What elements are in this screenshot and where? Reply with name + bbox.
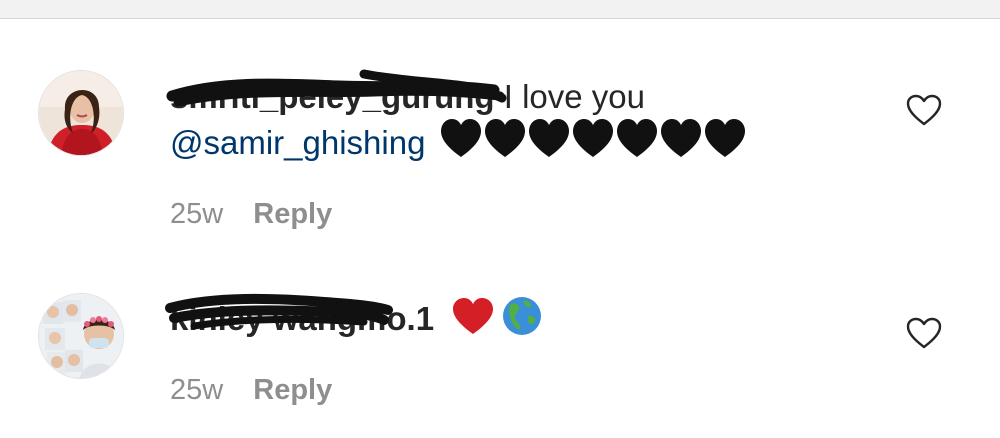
comment-meta: 25w Reply: [170, 374, 332, 407]
red-heart-icon: [453, 298, 494, 334]
comment-time: 25w: [170, 374, 224, 406]
comment-text: I love you: [503, 78, 646, 115]
username-text[interactable]: smriti_peley_gurung: [170, 78, 495, 115]
avatar[interactable]: [38, 70, 124, 156]
emoji-group: [440, 119, 747, 172]
username-text[interactable]: kinley wangmo.1: [170, 300, 434, 337]
comment-time: 25w: [170, 198, 224, 230]
top-divider-bar: [0, 0, 1000, 19]
globe-americas-icon: [503, 297, 542, 335]
avatar-collage-icon: [39, 294, 123, 378]
comment-meta: 25w Reply: [170, 198, 332, 231]
like-heart-icon[interactable]: [906, 317, 942, 349]
comment-username[interactable]: kinley wangmo.1: [165, 294, 434, 341]
reply-button[interactable]: Reply: [253, 374, 332, 406]
black-heart-icon-row: [440, 119, 745, 157]
reply-button[interactable]: Reply: [253, 198, 332, 230]
avatar[interactable]: [38, 293, 124, 379]
like-heart-icon[interactable]: [906, 94, 942, 126]
avatar-photo-icon: [39, 71, 123, 155]
comment-body: kinley wangmo.1: [165, 294, 830, 347]
mention-link[interactable]: @samir_ghishing: [170, 124, 425, 161]
emoji-group: [453, 296, 542, 347]
comment-username[interactable]: smriti_peley_gurung: [166, 69, 507, 119]
comment-body: smriti_peley_gurung I love you @samir_gh…: [166, 69, 830, 172]
